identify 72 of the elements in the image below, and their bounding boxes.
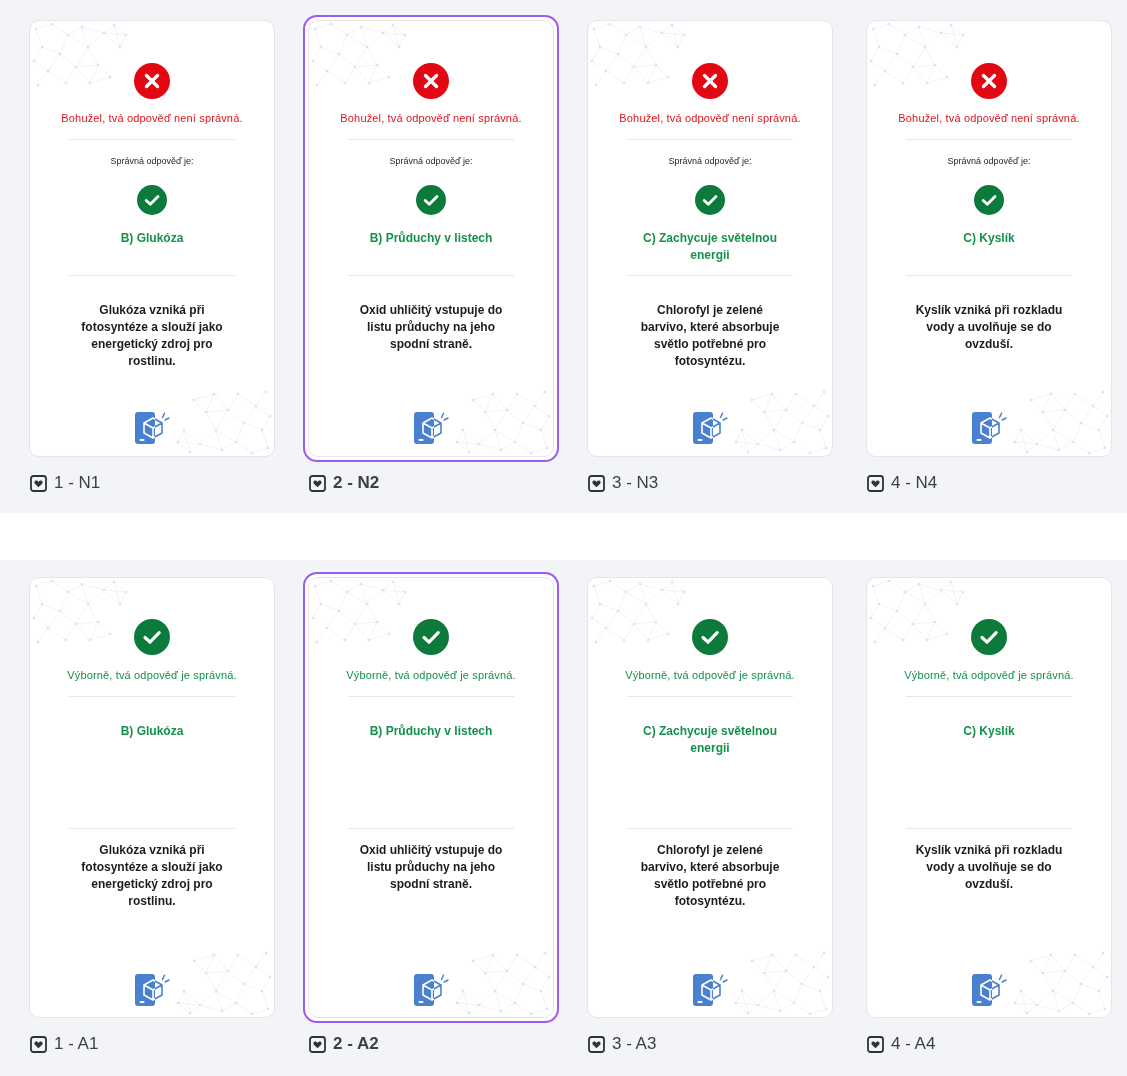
slide-label: 1 - A1 [54, 1034, 99, 1054]
correct-answer-label: Správná odpověď je: [110, 155, 194, 167]
heart-square-icon [867, 1035, 884, 1053]
explanation-text: Chlorofyl je zelené barvivo, které absorbuje světlo potřebné pro fotosyntézu. [639, 842, 781, 910]
feedback-message: Bohužel, tvá odpověď není správná. [61, 111, 243, 125]
check-circle-icon [971, 619, 1007, 655]
phone-cube-icon [692, 973, 728, 1007]
heart-square-icon [588, 1035, 605, 1053]
explanation-text: Kyslík vzniká při rozkladu vody a uvolňuje se do ovzduší. [914, 302, 1064, 353]
feedback-message: Bohužel, tvá odpověď není správná. [619, 111, 801, 125]
answer-text: C) Kyslík [962, 723, 1016, 740]
heart-square-icon [30, 1035, 47, 1053]
heart-square-icon [588, 474, 605, 492]
answer-text: C) Zachycuje světelnou energii [641, 230, 778, 264]
check-circle-icon [695, 185, 725, 215]
slide-thumbnail[interactable]: Výborně, tvá odpověď je správná. B) Průduchy v listech Oxid uhličitý vstupuje do listu průduchy na jeho spodní straně. [303, 572, 559, 1023]
phone-cube-icon [971, 973, 1007, 1007]
explanation-text: Glukóza vzniká při fotosyntéze a slouží jako energetický zdroj pro rostlinu. [80, 302, 224, 370]
phone-cube-icon [134, 411, 170, 445]
cross-circle-icon [971, 63, 1007, 99]
heart-square-icon [867, 474, 884, 492]
answer-text: B) Glukóza [119, 230, 185, 247]
slide-label: 4 - N4 [891, 473, 938, 493]
phone-cube-icon [134, 973, 170, 1007]
phone-cube-icon [692, 411, 728, 445]
answer-text: B) Průduchy v listech [368, 230, 494, 247]
feedback-message: Výborně, tvá odpověď je správná. [904, 668, 1074, 682]
phone-cube-icon [413, 973, 449, 1007]
answer-text: C) Kyslík [962, 230, 1016, 247]
slide-label: 1 - N1 [54, 473, 101, 493]
explanation-text: Oxid uhličitý vstupuje do listu průduchy na jeho spodní straně. [358, 842, 504, 893]
slide-label: 4 - A4 [891, 1034, 936, 1054]
feedback-message: Výborně, tvá odpověď je správná. [67, 668, 237, 682]
feedback-message: Bohužel, tvá odpověď není správná. [340, 111, 522, 125]
heart-square-icon [309, 474, 326, 492]
explanation-text: Kyslík vzniká při rozkladu vody a uvolňuje se do ovzduší. [914, 842, 1064, 893]
check-circle-icon [137, 185, 167, 215]
phone-cube-icon [971, 411, 1007, 445]
correct-answer-label: Správná odpověď je: [668, 155, 752, 167]
feedback-message: Výborně, tvá odpověď je správná. [346, 668, 516, 682]
slide-thumbnail[interactable]: Bohužel, tvá odpověď není správná. Správná odpověď je: C) Kyslík Kyslík vzniká při rozkladu vody a uvolňuje se do ovzduší. [866, 20, 1112, 457]
cross-circle-icon [692, 63, 728, 99]
slide-thumbnail[interactable]: Výborně, tvá odpověď je správná. B) Glukóza Glukóza vzniká při fotosyntéze a slouží jako energetický zdroj pro rostlinu. [29, 577, 275, 1018]
slide-thumbnail[interactable]: Výborně, tvá odpověď je správná. C) Zachycuje světelnou energii Chlorofyl je zelené barvivo, které absorbuje světlo potřebné pro fotosyntézu. [587, 577, 833, 1018]
check-circle-icon [134, 619, 170, 655]
correct-answer-label: Správná odpověď je: [389, 155, 473, 167]
explanation-text: Oxid uhličitý vstupuje do listu průduchy na jeho spodní straně. [358, 302, 504, 353]
answer-text: B) Glukóza [119, 723, 185, 740]
check-circle-icon [974, 185, 1004, 215]
phone-cube-icon [413, 411, 449, 445]
explanation-text: Glukóza vzniká při fotosyntéze a slouží jako energetický zdroj pro rostlinu. [80, 842, 224, 910]
slide-thumbnail[interactable]: Bohužel, tvá odpověď není správná. Správná odpověď je: C) Zachycuje světelnou energii Chlorofyl je zelené barvivo, které absorbuje světlo potřebné pro fotosyntézu. [587, 20, 833, 457]
heart-square-icon [30, 474, 47, 492]
check-circle-icon [413, 619, 449, 655]
cross-circle-icon [413, 63, 449, 99]
slide-label: 3 - N3 [612, 473, 659, 493]
slide-thumbnail[interactable]: Bohužel, tvá odpověď není správná. Správná odpověď je: B) Glukóza Glukóza vzniká při fotosyntéze a slouží jako energetický zdroj pro rostlinu. [29, 20, 275, 457]
feedback-message: Bohužel, tvá odpověď není správná. [898, 111, 1080, 125]
slide-label: 3 - A3 [612, 1034, 657, 1054]
slide-label: 2 - A2 [333, 1034, 379, 1054]
slide-thumbnail[interactable]: Výborně, tvá odpověď je správná. C) Kyslík Kyslík vzniká při rozkladu vody a uvolňuje se do ovzduší. [866, 577, 1112, 1018]
correct-answer-label: Správná odpověď je: [947, 155, 1031, 167]
answer-text: C) Zachycuje světelnou energii [641, 723, 778, 757]
check-circle-icon [416, 185, 446, 215]
slide-label: 2 - N2 [333, 473, 380, 493]
explanation-text: Chlorofyl je zelené barvivo, které absorbuje světlo potřebné pro fotosyntézu. [639, 302, 781, 370]
heart-square-icon [309, 1035, 326, 1053]
cross-circle-icon [134, 63, 170, 99]
check-circle-icon [692, 619, 728, 655]
slide-thumbnail[interactable]: Bohužel, tvá odpověď není správná. Správná odpověď je: B) Průduchy v listech Oxid uhličitý vstupuje do listu průduchy na jeho spodní straně. [303, 15, 559, 462]
feedback-message: Výborně, tvá odpověď je správná. [625, 668, 795, 682]
answer-text: B) Průduchy v listech [368, 723, 494, 740]
